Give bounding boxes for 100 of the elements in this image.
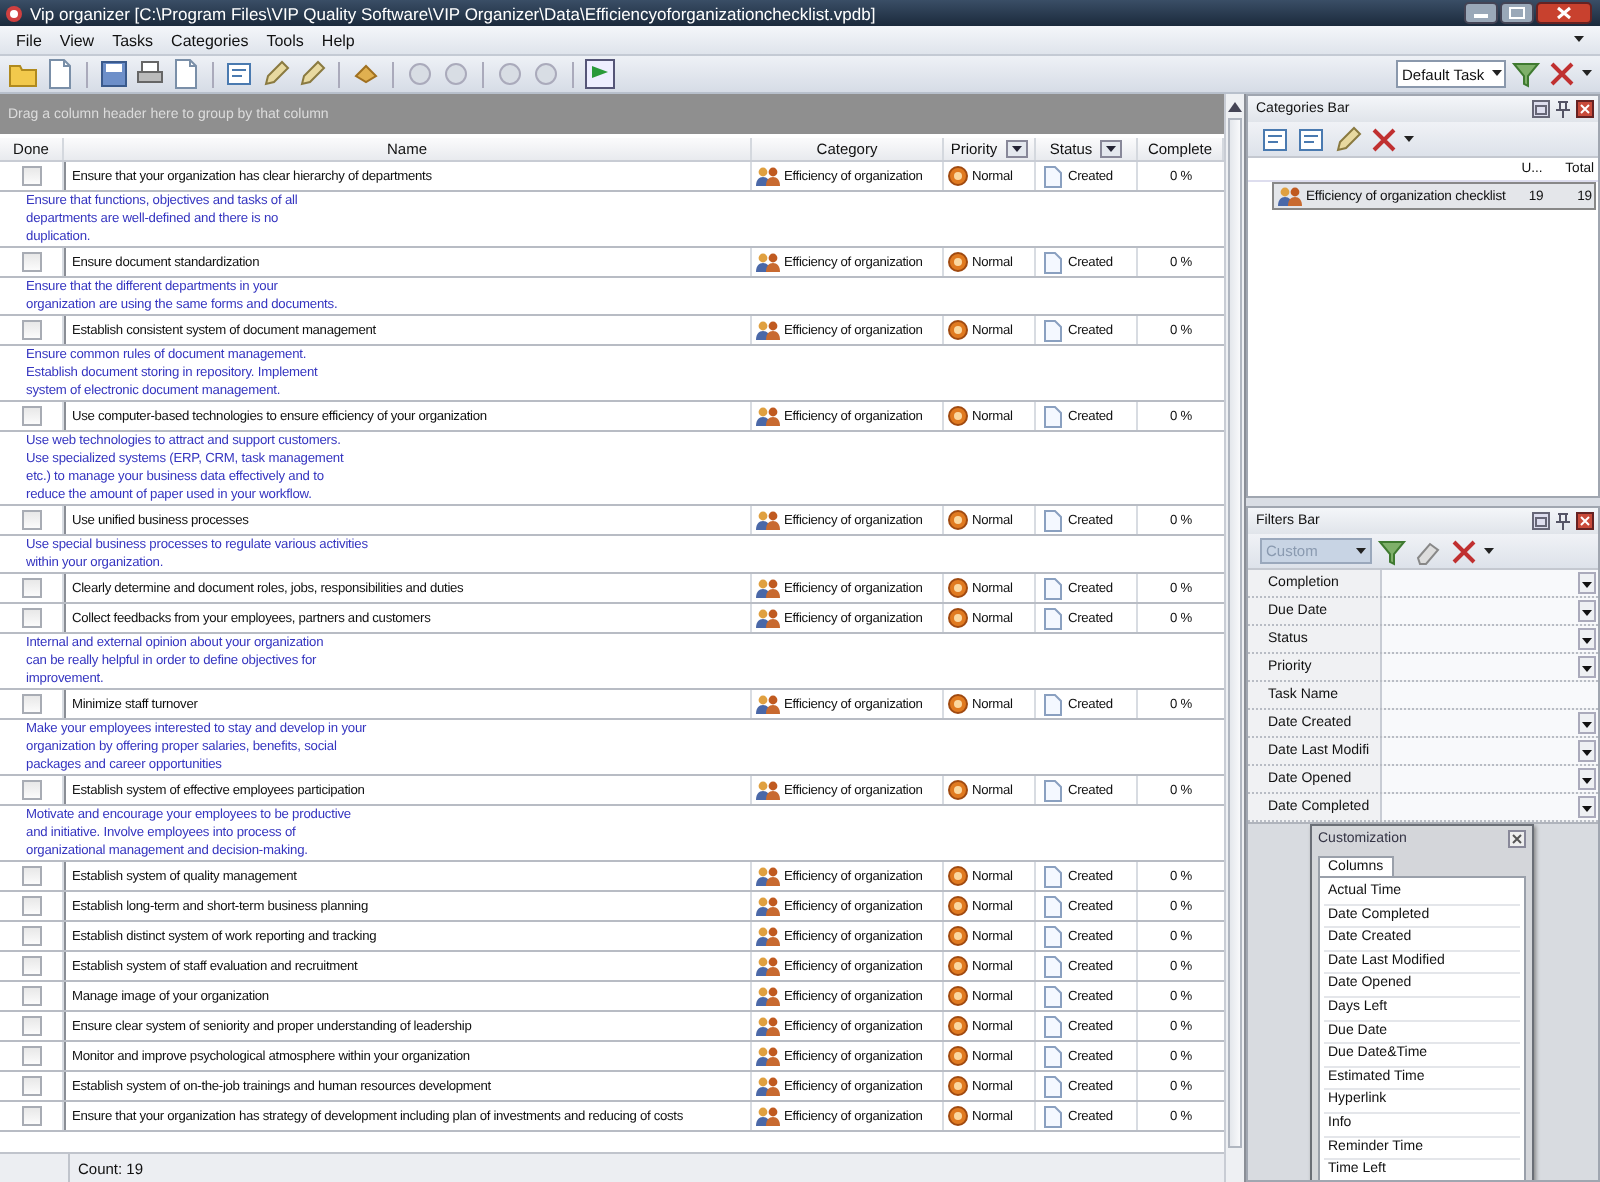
document-icon bbox=[1044, 1075, 1062, 1097]
filter-dropdown-icon[interactable] bbox=[1005, 140, 1028, 158]
dropdown-icon[interactable] bbox=[1578, 796, 1596, 818]
page-icon[interactable] bbox=[44, 58, 76, 90]
checkbox[interactable] bbox=[21, 406, 41, 426]
menu-item[interactable]: View bbox=[59, 31, 95, 49]
filter-field[interactable] bbox=[1382, 598, 1598, 624]
caret-icon[interactable] bbox=[1404, 135, 1414, 143]
document-icon bbox=[1044, 251, 1062, 273]
priority-icon bbox=[948, 694, 968, 714]
checkbox[interactable] bbox=[21, 1046, 41, 1066]
dropdown-icon[interactable] bbox=[1578, 656, 1596, 678]
filter-field[interactable] bbox=[1382, 654, 1598, 680]
maximize-icon[interactable] bbox=[1500, 2, 1534, 24]
caret-icon[interactable] bbox=[1492, 70, 1502, 78]
document-icon bbox=[1044, 955, 1062, 977]
dropdown-icon[interactable] bbox=[1578, 712, 1596, 734]
delete-icon[interactable] bbox=[1368, 123, 1400, 155]
circle-icon[interactable] bbox=[494, 58, 526, 90]
document-icon bbox=[1044, 607, 1062, 629]
vertical-scrollbar[interactable] bbox=[1224, 94, 1244, 1182]
checkbox[interactable] bbox=[21, 694, 41, 714]
people-icon bbox=[756, 780, 780, 800]
caret-icon[interactable] bbox=[1582, 70, 1592, 78]
filter-field[interactable] bbox=[1382, 766, 1598, 792]
dropdown-icon[interactable] bbox=[1578, 740, 1596, 762]
delete-icon[interactable] bbox=[1448, 535, 1480, 567]
checkbox[interactable] bbox=[21, 956, 41, 976]
close-icon[interactable] bbox=[1576, 512, 1594, 530]
document-icon bbox=[1044, 779, 1062, 801]
people-icon bbox=[1278, 186, 1302, 206]
dropdown-icon[interactable] bbox=[1578, 572, 1596, 594]
checkbox[interactable] bbox=[21, 252, 41, 272]
pin-icon[interactable] bbox=[1554, 512, 1572, 530]
caret-icon[interactable] bbox=[1574, 36, 1584, 44]
people-icon bbox=[756, 608, 780, 628]
filter-field[interactable] bbox=[1382, 738, 1598, 764]
circle-icon[interactable] bbox=[440, 58, 472, 90]
dropdown-icon[interactable] bbox=[1578, 628, 1596, 650]
people-icon bbox=[756, 1046, 780, 1066]
document-icon bbox=[1044, 693, 1062, 715]
close-icon[interactable] bbox=[1508, 830, 1526, 848]
filter-field[interactable] bbox=[1382, 682, 1598, 708]
close-icon[interactable] bbox=[1536, 2, 1592, 24]
checkbox[interactable] bbox=[21, 1076, 41, 1096]
close-icon[interactable] bbox=[1576, 100, 1594, 118]
menu-item[interactable]: File bbox=[16, 31, 42, 49]
checkbox[interactable] bbox=[21, 510, 41, 530]
scroll-thumb[interactable] bbox=[1228, 118, 1242, 1148]
checkbox[interactable] bbox=[21, 166, 41, 186]
document-icon bbox=[1044, 509, 1062, 531]
circle-icon[interactable] bbox=[530, 58, 562, 90]
pin-icon[interactable] bbox=[1554, 100, 1572, 118]
document-icon bbox=[1044, 895, 1062, 917]
priority-icon bbox=[948, 166, 968, 186]
menu-item[interactable]: Help bbox=[321, 31, 355, 49]
people-icon bbox=[756, 252, 780, 272]
dropdown-icon[interactable] bbox=[1578, 600, 1596, 622]
checkbox[interactable] bbox=[21, 608, 41, 628]
checkbox[interactable] bbox=[21, 578, 41, 598]
filter-field[interactable] bbox=[1382, 710, 1598, 736]
document-icon bbox=[1044, 319, 1062, 341]
menu-item[interactable]: Tools bbox=[266, 31, 304, 49]
checkbox[interactable] bbox=[21, 1016, 41, 1036]
document-icon bbox=[1044, 985, 1062, 1007]
circle-icon[interactable] bbox=[404, 58, 436, 90]
document-icon bbox=[1044, 405, 1062, 427]
checkbox[interactable] bbox=[21, 1106, 41, 1126]
save-icon[interactable] bbox=[98, 58, 130, 90]
task-icon[interactable] bbox=[224, 58, 256, 90]
checkbox[interactable] bbox=[21, 320, 41, 340]
people-icon bbox=[756, 406, 780, 426]
caret-icon[interactable] bbox=[1484, 547, 1494, 555]
people-icon bbox=[756, 866, 780, 886]
menu-item[interactable]: Tasks bbox=[112, 31, 154, 49]
priority-icon bbox=[948, 780, 968, 800]
filter-field[interactable] bbox=[1382, 794, 1598, 820]
dropdown-icon[interactable] bbox=[1578, 768, 1596, 790]
caret-icon[interactable] bbox=[1356, 547, 1366, 555]
people-icon bbox=[756, 896, 780, 916]
checkbox[interactable] bbox=[21, 866, 41, 886]
delete-icon[interactable] bbox=[1546, 58, 1578, 90]
checkbox[interactable] bbox=[21, 986, 41, 1006]
checkbox[interactable] bbox=[21, 780, 41, 800]
window-icon[interactable] bbox=[1532, 100, 1550, 118]
people-icon bbox=[756, 1106, 780, 1126]
filter-field[interactable] bbox=[1382, 626, 1598, 652]
document-icon bbox=[1044, 925, 1062, 947]
window-icon[interactable] bbox=[1532, 512, 1550, 530]
menu-item[interactable]: Categories bbox=[171, 31, 249, 49]
scroll-up-icon[interactable] bbox=[1228, 102, 1242, 112]
page-icon[interactable] bbox=[170, 58, 202, 90]
document-icon bbox=[1044, 1015, 1062, 1037]
minimize-icon[interactable] bbox=[1464, 2, 1498, 24]
people-icon bbox=[756, 320, 780, 340]
filter-dropdown-icon[interactable] bbox=[1100, 140, 1123, 158]
checkbox[interactable] bbox=[21, 926, 41, 946]
checkbox[interactable] bbox=[21, 896, 41, 916]
filter-field[interactable] bbox=[1382, 570, 1598, 596]
document-icon bbox=[1044, 1105, 1062, 1127]
